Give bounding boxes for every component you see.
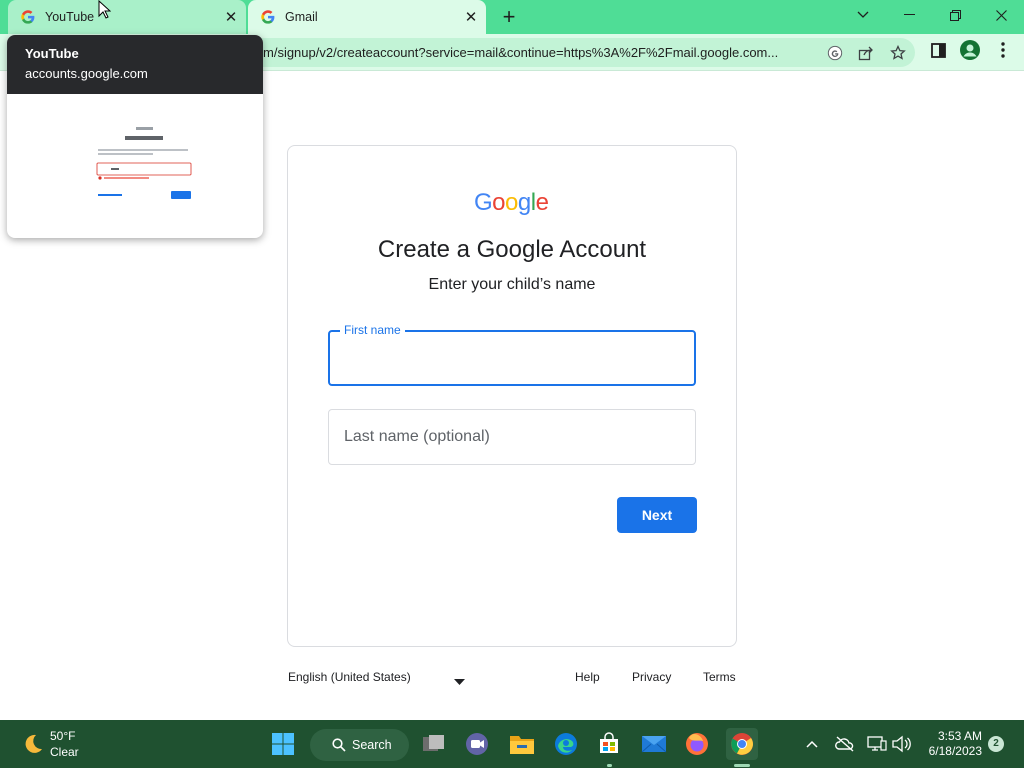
address-bar[interactable]: m/signup/v2/createaccount?service=mail&c… xyxy=(245,38,915,67)
notification-badge[interactable]: 2 xyxy=(988,736,1004,752)
file-explorer-icon[interactable] xyxy=(506,728,538,760)
clock-time: 3:53 AM xyxy=(937,729,982,743)
close-window-button[interactable] xyxy=(986,3,1016,27)
chrome-icon[interactable] xyxy=(726,728,758,760)
weather-condition[interactable]: Clear xyxy=(50,745,79,759)
task-view-icon[interactable] xyxy=(418,728,450,760)
teams-chat-icon[interactable] xyxy=(461,728,493,760)
side-panel-icon[interactable] xyxy=(925,38,951,62)
tab-youtube[interactable]: YouTube ✕ xyxy=(8,0,246,34)
google-logo: Google xyxy=(288,189,736,221)
footer-link-privacy[interactable]: Privacy xyxy=(632,670,671,684)
browser-menu-icon[interactable] xyxy=(990,38,1016,62)
weather-moon-icon[interactable] xyxy=(16,728,48,760)
url-text[interactable]: m/signup/v2/createaccount?service=mail&c… xyxy=(263,45,818,60)
footer-link-terms[interactable]: Terms xyxy=(703,670,736,684)
footer-link-help[interactable]: Help xyxy=(575,670,600,684)
tab-search-icon[interactable] xyxy=(848,3,878,27)
onedrive-offline-icon[interactable] xyxy=(829,728,861,760)
taskbar-search-box[interactable]: Search xyxy=(310,729,409,761)
signup-card: Google Create a Google Account Enter you… xyxy=(287,145,737,647)
search-icon xyxy=(332,738,346,752)
hover-card-header: YouTube accounts.google.com xyxy=(7,35,263,94)
system-clock[interactable]: 3:53 AM 6/18/2023 xyxy=(920,729,982,759)
edge-icon[interactable] xyxy=(550,728,582,760)
running-indicator xyxy=(607,764,612,767)
first-name-field[interactable]: First name xyxy=(328,323,696,386)
weather-temperature[interactable]: 50°F xyxy=(50,729,75,743)
tab-gmail[interactable]: Gmail ✕ xyxy=(248,0,486,34)
svg-text:Google: Google xyxy=(474,190,549,216)
active-app-indicator xyxy=(734,764,750,767)
new-tab-button[interactable]: + xyxy=(497,6,521,30)
language-select[interactable]: English (United States) xyxy=(288,670,411,684)
page-title: Create a Google Account xyxy=(377,236,647,263)
microsoft-store-icon[interactable] xyxy=(593,728,625,760)
profile-avatar-icon[interactable] xyxy=(957,38,983,62)
next-button[interactable]: Next xyxy=(617,497,697,533)
search-label: Search xyxy=(352,738,392,752)
clock-date: 6/18/2023 xyxy=(928,744,982,758)
close-tab-icon[interactable]: ✕ xyxy=(220,6,242,28)
tab-hover-card: YouTube accounts.google.com xyxy=(7,35,263,238)
tab-title: Gmail xyxy=(285,10,318,24)
mouse-pointer-icon xyxy=(98,0,111,19)
windows-start-icon[interactable] xyxy=(267,728,299,760)
browser-tab-strip: YouTube ✕ Gmail ✕ + xyxy=(0,0,1024,34)
first-name-input[interactable] xyxy=(330,332,694,384)
volume-icon[interactable] xyxy=(885,728,917,760)
mail-icon[interactable] xyxy=(638,728,670,760)
bookmark-star-icon[interactable] xyxy=(887,42,909,64)
hover-card-domain: accounts.google.com xyxy=(25,66,148,81)
minimize-button[interactable] xyxy=(894,3,924,27)
language-label: English (United States) xyxy=(288,670,411,684)
chevron-up-icon[interactable] xyxy=(796,728,828,760)
share-icon[interactable] xyxy=(855,42,877,64)
google-translate-icon[interactable] xyxy=(824,42,846,64)
google-g-icon xyxy=(261,10,275,24)
close-tab-icon[interactable]: ✕ xyxy=(460,6,482,28)
hover-card-title: YouTube xyxy=(25,46,79,61)
last-name-field[interactable] xyxy=(328,409,696,465)
restore-button[interactable] xyxy=(940,3,970,27)
tab-preview-thumbnail xyxy=(89,119,199,234)
google-g-icon xyxy=(21,10,35,24)
firefox-icon[interactable] xyxy=(681,728,713,760)
chevron-down-icon[interactable] xyxy=(454,674,465,688)
page-subtitle: Enter your child’s name xyxy=(428,276,596,293)
tab-title: YouTube xyxy=(45,10,95,24)
last-name-input[interactable] xyxy=(329,410,695,464)
